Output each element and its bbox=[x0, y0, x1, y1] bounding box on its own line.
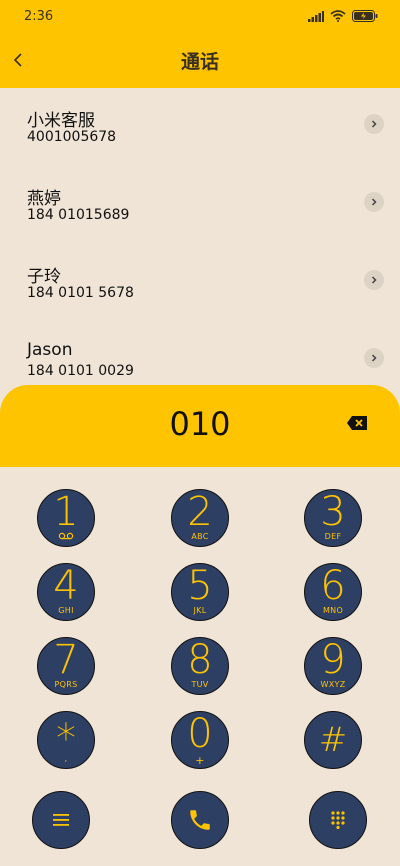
contact-name: 燕婷 bbox=[27, 189, 61, 209]
backspace-icon bbox=[347, 416, 367, 430]
header: 通话 bbox=[0, 34, 400, 88]
status-bar: 2:36 bbox=[0, 0, 400, 34]
menu-button[interactable] bbox=[32, 791, 90, 849]
key-digit: 9 bbox=[320, 637, 346, 683]
contact-name: 小米客服 bbox=[27, 111, 95, 131]
key-letters: ABC bbox=[191, 532, 209, 541]
contact-number: 184 0101 5678 bbox=[27, 285, 134, 301]
key-letters: MNO bbox=[322, 606, 344, 615]
dial-display: 010 bbox=[0, 385, 400, 467]
contact-number: 184 0101 0029 bbox=[27, 363, 134, 379]
key-5[interactable]: 5 JKL bbox=[171, 563, 229, 621]
contact-name: Jason bbox=[27, 340, 73, 360]
key-digit: 6 bbox=[320, 563, 346, 609]
key-letters: + bbox=[195, 754, 205, 767]
contact-name: 子玲 bbox=[27, 267, 61, 287]
dialed-number: 010 bbox=[169, 405, 231, 443]
contact-detail-button[interactable] bbox=[364, 114, 384, 134]
key-letters: PQRS bbox=[54, 680, 78, 689]
phone-icon bbox=[190, 810, 210, 830]
contact-detail-button[interactable] bbox=[364, 270, 384, 290]
delete-button[interactable] bbox=[346, 415, 368, 431]
chevron-right-icon bbox=[371, 354, 377, 362]
key-letters: DEF bbox=[324, 532, 342, 541]
key-8[interactable]: 8 TUV bbox=[171, 637, 229, 695]
key-digit: 4 bbox=[53, 563, 79, 609]
key-6[interactable]: 6 MNO bbox=[304, 563, 362, 621]
key-letters: WXYZ bbox=[320, 680, 346, 689]
contact-detail-button[interactable] bbox=[364, 192, 384, 212]
key-7[interactable]: 7 PQRS bbox=[37, 637, 95, 695]
chevron-right-icon bbox=[371, 276, 377, 284]
key-hash[interactable]: # bbox=[304, 711, 362, 769]
call-button[interactable] bbox=[171, 791, 229, 849]
wifi-icon bbox=[330, 10, 346, 22]
key-2[interactable]: 2 ABC bbox=[171, 489, 229, 547]
contact-number: 4001005678 bbox=[27, 129, 117, 145]
key-3[interactable]: 3 DEF bbox=[304, 489, 362, 547]
contact-detail-button[interactable] bbox=[364, 348, 384, 368]
dialpad-icon bbox=[331, 811, 345, 829]
key-letters: , bbox=[64, 754, 68, 763]
chevron-right-icon bbox=[371, 198, 377, 206]
key-digit: 8 bbox=[187, 637, 213, 683]
key-digit: 2 bbox=[187, 489, 213, 535]
key-digit: 0 bbox=[187, 711, 213, 757]
page-title: 通话 bbox=[180, 51, 219, 73]
key-digit: # bbox=[318, 720, 348, 760]
key-letters: JKL bbox=[193, 606, 207, 615]
signal-icon bbox=[308, 10, 324, 22]
contact-row[interactable]: 燕婷 184 01015689 bbox=[0, 166, 400, 244]
contact-row[interactable]: 小米客服 4001005678 bbox=[0, 88, 400, 166]
key-letters: GHI bbox=[58, 606, 74, 615]
key-4[interactable]: 4 GHI bbox=[37, 563, 95, 621]
voicemail-icon bbox=[58, 532, 74, 540]
chevron-right-icon bbox=[371, 120, 377, 128]
key-digit: 3 bbox=[320, 489, 346, 535]
key-1[interactable]: 1 bbox=[37, 489, 95, 547]
key-voicemail bbox=[38, 532, 94, 542]
contact-number: 184 01015689 bbox=[27, 207, 130, 223]
menu-icon bbox=[53, 814, 69, 826]
key-digit: 5 bbox=[187, 563, 213, 609]
key-0[interactable]: 0 + bbox=[171, 711, 229, 769]
key-9[interactable]: 9 WXYZ bbox=[304, 637, 362, 695]
dialpad-toggle-button[interactable] bbox=[309, 791, 367, 849]
contact-list: 小米客服 4001005678 燕婷 184 01015689 子玲 184 0… bbox=[0, 88, 400, 388]
status-time: 2:36 bbox=[24, 9, 54, 24]
key-letters: TUV bbox=[191, 680, 209, 689]
contact-row[interactable]: 子玲 184 0101 5678 bbox=[0, 244, 400, 322]
status-icons bbox=[308, 10, 378, 22]
key-digit: 1 bbox=[53, 489, 79, 535]
top-bar: 2:36 通话 bbox=[0, 0, 400, 88]
key-digit: 7 bbox=[53, 637, 79, 683]
battery-icon bbox=[352, 10, 378, 22]
key-star[interactable]: * , bbox=[37, 711, 95, 769]
